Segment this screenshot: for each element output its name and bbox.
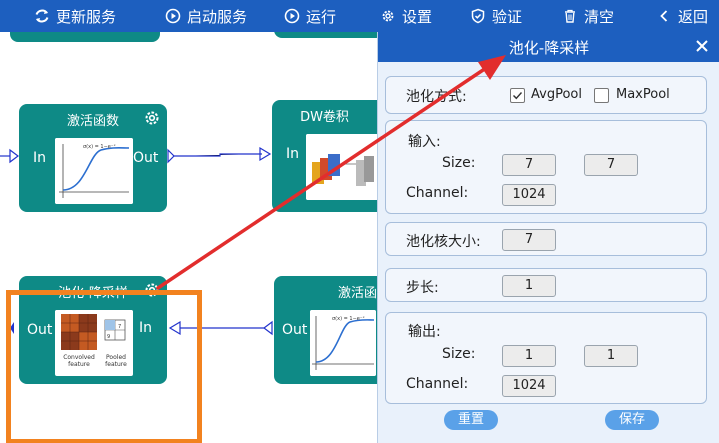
out-port-label[interactable]: Out bbox=[133, 150, 158, 166]
gear-icon[interactable] bbox=[143, 109, 161, 127]
output-size-width-field[interactable]: 1 bbox=[502, 345, 556, 367]
start-service-button[interactable]: 启动服务 bbox=[165, 0, 247, 32]
kernel-size-group: 池化核大小: 7 bbox=[385, 222, 707, 256]
input-group: 输入: Size: 7 7 Channel: 1024 bbox=[385, 120, 707, 214]
in-port-label[interactable]: In bbox=[286, 146, 299, 162]
gear-icon bbox=[382, 10, 394, 22]
selection-highlight bbox=[6, 290, 202, 443]
input-size-label: Size: bbox=[442, 155, 476, 171]
input-channel-field[interactable]: 1024 bbox=[502, 184, 556, 206]
check-icon bbox=[513, 92, 523, 100]
start-service-label: 启动服务 bbox=[187, 7, 248, 26]
shield-icon bbox=[471, 8, 485, 24]
back-button[interactable]: 返回 bbox=[656, 0, 708, 32]
input-channel-label: Channel: bbox=[406, 185, 469, 201]
run-label: 运行 bbox=[306, 7, 337, 26]
pool-mode-group: 池化方式: AvgPool MaxPool bbox=[385, 76, 707, 114]
maxpool-label[interactable]: MaxPool bbox=[616, 87, 670, 102]
in-port-label[interactable]: In bbox=[33, 150, 46, 166]
kernel-size-field[interactable]: 7 bbox=[502, 229, 556, 251]
sigmoid-curve-icon: σ(x) = 1−e⁻ˣ bbox=[55, 138, 133, 204]
avgpool-label[interactable]: AvgPool bbox=[531, 87, 582, 102]
pool-mode-label: 池化方式: bbox=[406, 89, 467, 105]
output-channel-field[interactable]: 1024 bbox=[502, 375, 556, 397]
stride-label: 步长: bbox=[406, 280, 439, 296]
clear-button[interactable]: 清空 bbox=[562, 0, 614, 32]
out-port-label[interactable]: Out bbox=[282, 322, 307, 338]
verify-label: 验证 bbox=[492, 7, 523, 26]
panel-header: 池化-降采样 bbox=[378, 32, 719, 62]
output-heading: 输出: bbox=[408, 324, 441, 340]
output-size-label: Size: bbox=[442, 346, 476, 362]
maxpool-checkbox[interactable] bbox=[594, 88, 609, 103]
chevron-left-icon bbox=[660, 10, 668, 22]
update-service-button[interactable]: 更新服务 bbox=[34, 0, 116, 32]
svg-text:σ(x) = 1−e⁻ˣ: σ(x) = 1−e⁻ˣ bbox=[332, 316, 365, 322]
output-group: 输出: Size: 1 1 Channel: 1024 bbox=[385, 312, 707, 404]
settings-button[interactable]: 设置 bbox=[380, 0, 432, 32]
play-circle-icon bbox=[165, 8, 181, 24]
sigmoid-thumbnail: σ(x) = 1−e⁻ˣ bbox=[55, 138, 133, 204]
output-channel-label: Channel: bbox=[406, 376, 469, 392]
output-size-height-field[interactable]: 1 bbox=[584, 345, 638, 367]
avgpool-checkbox[interactable] bbox=[510, 88, 525, 103]
input-size-height-field[interactable]: 7 bbox=[584, 154, 638, 176]
dw-conv-thumbnail bbox=[306, 134, 378, 200]
input-heading: 输入: bbox=[408, 134, 441, 150]
properties-panel: 池化-降采样 池化方式: AvgPool MaxPool 输入: Size: 7… bbox=[377, 32, 719, 443]
sigmoid-curve-icon: σ(x) = 1−e⁻ˣ bbox=[310, 310, 376, 376]
conv-diagram-icon bbox=[306, 134, 378, 200]
run-icon bbox=[284, 8, 300, 24]
stride-group: 步长: 1 bbox=[385, 268, 707, 302]
svg-text:σ(x) = 1−e⁻ˣ: σ(x) = 1−e⁻ˣ bbox=[83, 144, 116, 150]
toolbar: 更新服务 启动服务 运行 设置 验证 清空 返回 bbox=[0, 0, 719, 32]
verify-button[interactable]: 验证 bbox=[470, 0, 522, 32]
refresh-icon bbox=[35, 9, 49, 23]
update-service-label: 更新服务 bbox=[56, 7, 117, 26]
settings-label: 设置 bbox=[402, 7, 433, 26]
close-icon[interactable] bbox=[694, 38, 710, 54]
stride-field[interactable]: 1 bbox=[502, 275, 556, 297]
reset-button[interactable]: 重置 bbox=[444, 410, 498, 430]
node-title: DW卷积 bbox=[300, 110, 349, 125]
clear-label: 清空 bbox=[584, 7, 615, 26]
kernel-size-label: 池化核大小: bbox=[406, 234, 481, 250]
panel-title: 池化-降采样 bbox=[508, 39, 590, 57]
run-button[interactable]: 运行 bbox=[284, 0, 336, 32]
node-activation-top[interactable]: 激活函数 In Out σ(x) = 1−e⁻ˣ bbox=[19, 104, 167, 212]
trash-icon bbox=[565, 9, 575, 23]
input-size-width-field[interactable]: 7 bbox=[502, 154, 556, 176]
back-label: 返回 bbox=[678, 7, 709, 26]
save-button[interactable]: 保存 bbox=[605, 410, 659, 430]
sigmoid-thumbnail: σ(x) = 1−e⁻ˣ bbox=[310, 310, 376, 376]
